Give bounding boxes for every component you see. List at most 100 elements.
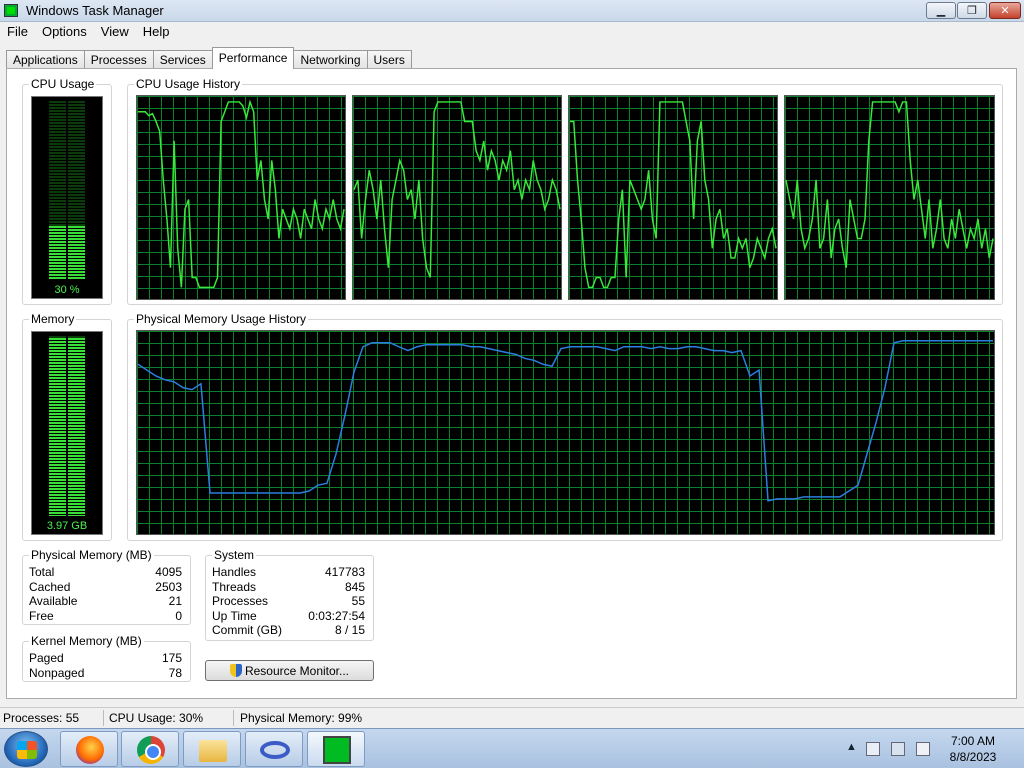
cpu-core-2-line (353, 101, 561, 278)
menu-options[interactable]: Options (35, 22, 94, 42)
menu-file[interactable]: File (0, 22, 35, 42)
status-separator (233, 710, 234, 726)
clock-time: 7:00 AM (950, 734, 996, 748)
stat-value: 78 (168, 666, 182, 680)
tab-applications[interactable]: Applications (6, 50, 85, 69)
status-memory: Physical Memory: 99% (240, 711, 363, 725)
taskbar: ▲ 7:00 AM 8/8/2023 (0, 728, 1024, 768)
cpu-usage-group: CPU Usage 30 % (22, 77, 112, 305)
cpu-core-2-graph (352, 95, 562, 300)
task-manager-app-icon (4, 4, 18, 17)
maximize-button[interactable]: ❐ (957, 2, 987, 19)
menu-help[interactable]: Help (136, 22, 177, 42)
stat-value: 0:03:27:54 (308, 609, 365, 623)
stat-uptime: Up Time 0:03:27:54 (212, 609, 365, 624)
cpu-usage-meter: 30 % (31, 96, 103, 299)
stat-total: Total 4095 (29, 565, 182, 580)
cpu-usage-value: 30 % (54, 284, 80, 296)
stat-key: Threads (212, 580, 257, 594)
tab-performance[interactable]: Performance (211, 47, 295, 69)
memory-history-plot (137, 340, 994, 502)
window-title: Windows Task Manager (26, 3, 164, 18)
memory-group: Memory 3.97 GB (22, 312, 112, 541)
action-center-icon[interactable] (866, 742, 880, 756)
status-processes: Processes: 55 (3, 711, 80, 725)
chrome-icon (137, 736, 165, 764)
memory-usage-value: 3.97 GB (46, 520, 88, 532)
task-manager-icon (323, 736, 351, 764)
stat-key: Nonpaged (29, 666, 85, 680)
tab-services[interactable]: Services (152, 50, 213, 69)
performance-panel: CPU Usage 30 % CPU Usage History Memory … (6, 68, 1017, 699)
resource-monitor-button[interactable]: Resource Monitor... (205, 660, 374, 681)
stat-paged: Paged 175 (29, 651, 182, 666)
status-cpu: CPU Usage: 30% (109, 711, 204, 725)
show-hidden-icons-arrow[interactable]: ▲ (846, 741, 857, 753)
tab-networking[interactable]: Networking (293, 50, 368, 69)
stat-value: 8 / 15 (334, 623, 365, 637)
taskbar-chrome[interactable] (121, 731, 179, 767)
stat-value: 21 (168, 594, 182, 608)
taskbar-file-explorer[interactable] (183, 731, 241, 767)
resource-monitor-label: Resource Monitor... (244, 663, 350, 678)
firefox-icon (76, 736, 104, 764)
kernel-memory-label: Kernel Memory (MB) (29, 634, 144, 648)
stat-key: Handles (212, 565, 257, 579)
menu-view[interactable]: View (94, 22, 136, 42)
cpu-core-3-line (569, 101, 777, 289)
status-separator (103, 710, 104, 726)
cpu-meter-fill (49, 226, 85, 280)
stat-value: 2503 (155, 580, 182, 594)
memory-meter: 3.97 GB (31, 331, 103, 535)
memory-label: Memory (29, 312, 77, 326)
taskbar-visual-studio[interactable] (245, 731, 303, 767)
stat-key: Paged (29, 651, 64, 665)
stat-free: Free 0 (29, 609, 182, 624)
taskbar-task-manager[interactable] (307, 731, 365, 767)
cpu-usage-label: CPU Usage (29, 77, 97, 91)
stat-processes: Processes 55 (212, 594, 365, 609)
stat-available: Available 21 (29, 594, 182, 609)
cpu-core-4-line (785, 101, 994, 268)
start-button[interactable] (4, 731, 48, 767)
stat-key: Up Time (212, 609, 257, 623)
stat-value: 417783 (324, 565, 365, 579)
tab-processes[interactable]: Processes (83, 50, 154, 69)
stat-key: Available (29, 594, 78, 608)
cpu-core-3-graph (568, 95, 778, 300)
task-manager-window: Windows Task Manager ▁ ❐ ✕ File Options … (0, 0, 1024, 728)
cpu-core-4-graph (784, 95, 995, 300)
stat-value: 4095 (155, 565, 182, 579)
stat-handles: Handles 417783 (212, 565, 365, 580)
stat-key: Total (29, 565, 55, 579)
memory-history-graph (136, 330, 995, 535)
stat-key: Free (29, 609, 54, 623)
windows-logo-icon (17, 741, 37, 759)
stat-cached: Cached 2503 (29, 580, 182, 595)
tab-users[interactable]: Users (366, 50, 412, 69)
clock-date: 8/8/2023 (949, 750, 997, 764)
cpu-history-label: CPU Usage History (134, 77, 243, 91)
stat-nonpaged: Nonpaged 78 (29, 666, 182, 681)
file-explorer-icon (199, 740, 227, 762)
tab-strip: Applications Processes Services Performa… (6, 47, 412, 69)
network-icon[interactable] (891, 742, 905, 756)
taskbar-firefox[interactable] (60, 731, 118, 767)
clock[interactable]: 7:00 AM 8/8/2023 (940, 733, 1006, 765)
memory-history-group: Physical Memory Usage History (127, 312, 1003, 541)
memory-meter-fill (49, 338, 85, 516)
close-button[interactable]: ✕ (989, 2, 1021, 19)
kernel-memory-group: Kernel Memory (MB) Paged 175 Nonpaged 78 (22, 634, 191, 682)
physical-memory-label: Physical Memory (MB) (29, 548, 154, 562)
cpu-core-1-graph (136, 95, 346, 300)
title-bar[interactable]: Windows Task Manager ▁ ❐ ✕ (0, 0, 1024, 22)
stat-value: 55 (351, 594, 365, 608)
memory-history-label: Physical Memory Usage History (134, 312, 309, 326)
system-label: System (212, 548, 257, 562)
stat-key: Cached (29, 580, 71, 594)
system-group: System Handles 417783 Threads 845 Processe… (205, 548, 374, 641)
minimize-button[interactable]: ▁ (926, 2, 956, 19)
volume-icon[interactable] (916, 742, 930, 756)
stat-value: 0 (175, 609, 182, 623)
memory-history-line (137, 340, 994, 502)
